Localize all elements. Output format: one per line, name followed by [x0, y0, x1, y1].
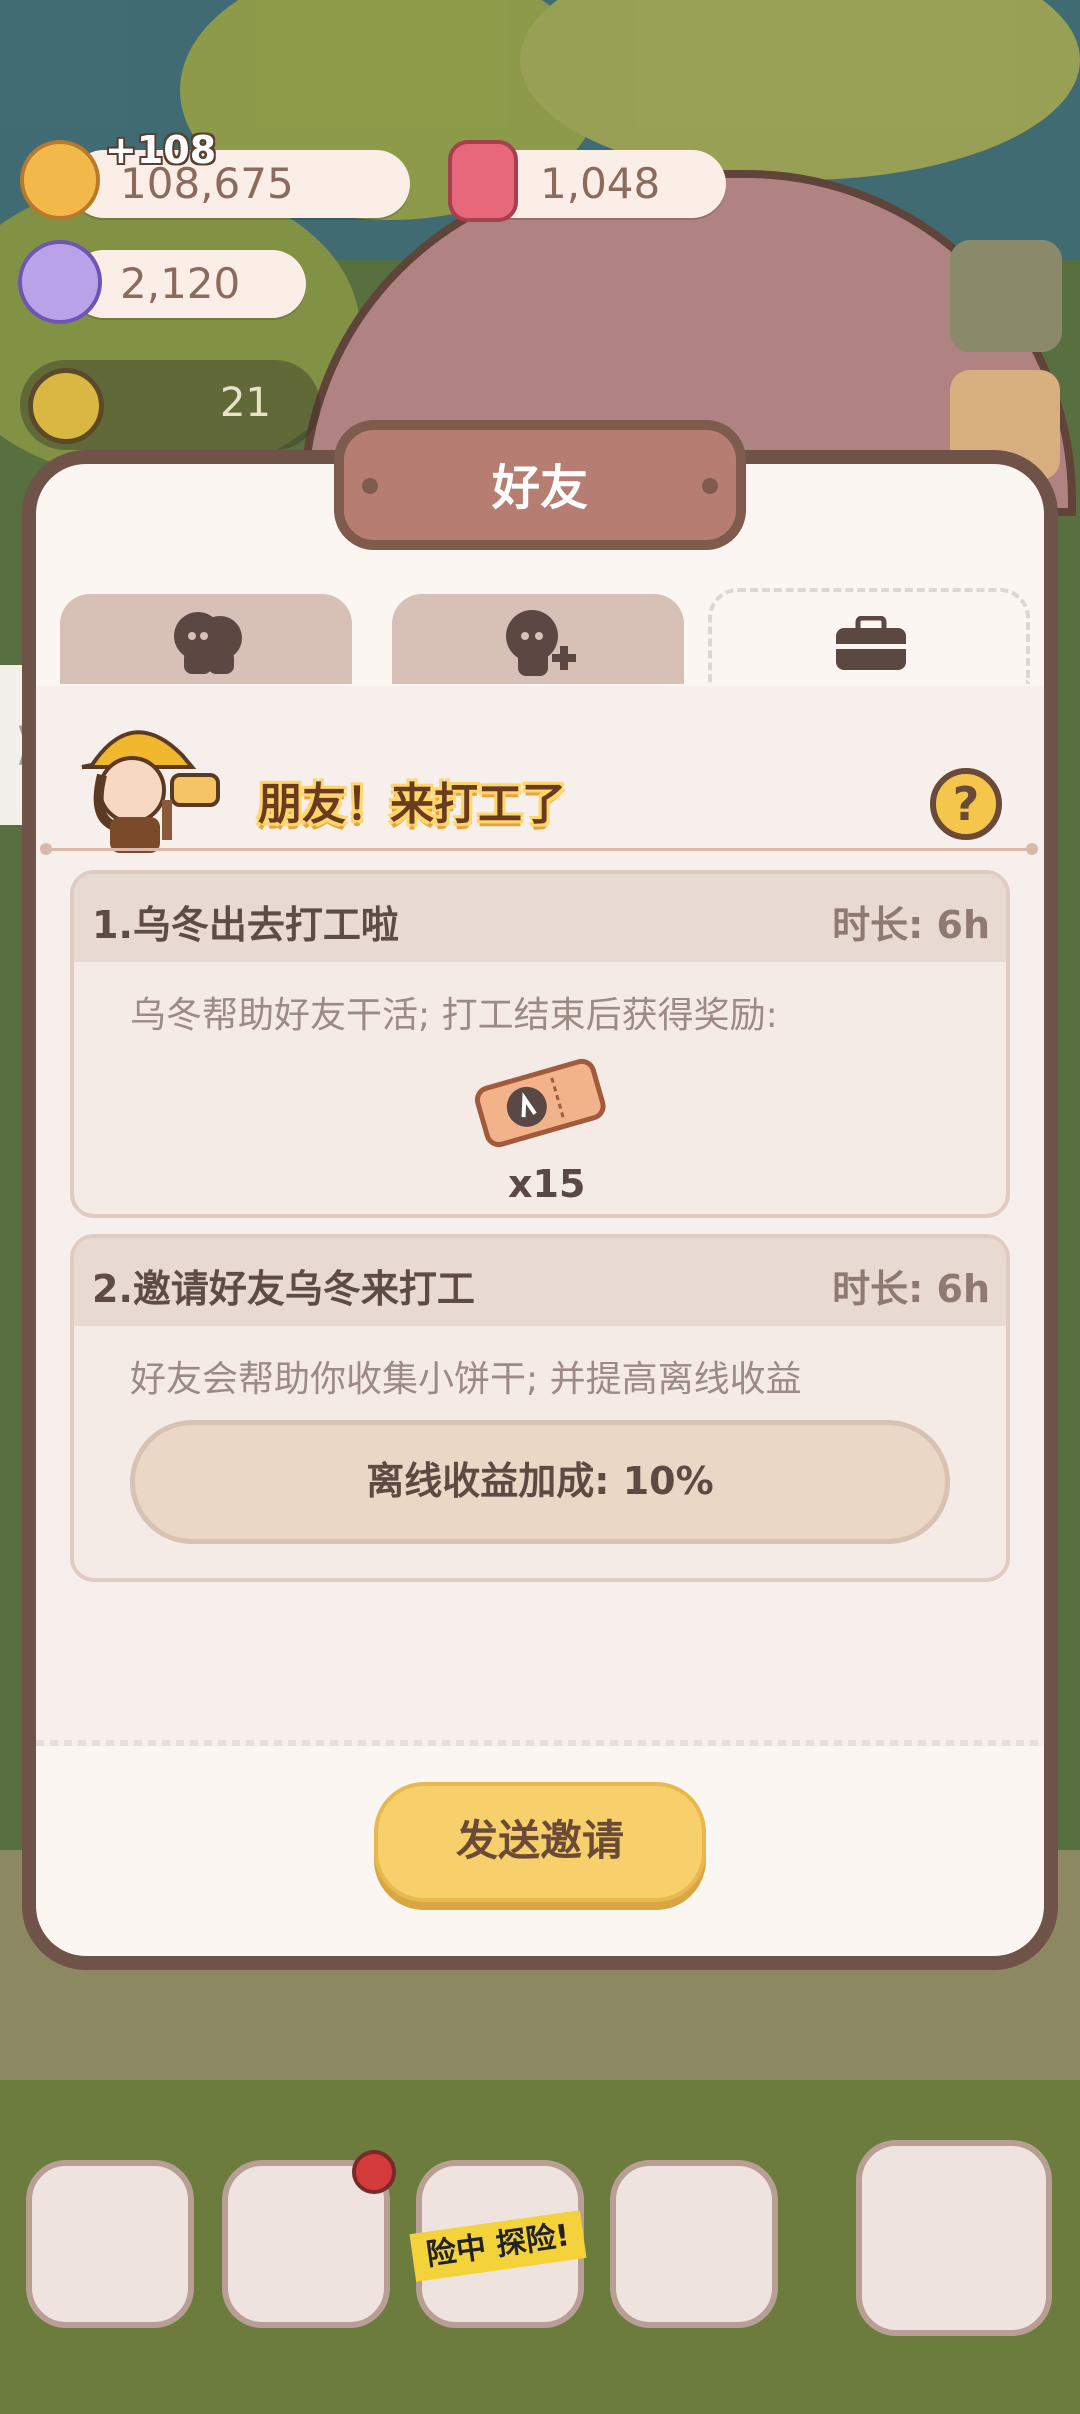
settings-gear-icon[interactable] — [950, 240, 1062, 352]
work-card-send: 1.乌冬出去打工啦 时长: 6h 乌冬帮助好友干活; 打工结束后获得奖励: x1… — [70, 870, 1010, 1218]
offline-bonus-bar: 离线收益加成: 10% — [130, 1420, 950, 1544]
divider — [40, 843, 1038, 855]
nav-shop-button[interactable] — [610, 2160, 778, 2328]
candle-count: 1,048 — [540, 159, 661, 208]
card-duration: 时长: 6h — [832, 1267, 990, 1311]
card-description: 乌冬帮助好友干活; 打工结束后获得奖励: — [130, 995, 778, 1036]
gem-count: 2,120 — [120, 259, 241, 308]
modal-title: 好友 — [491, 460, 588, 516]
candle-icon — [448, 140, 518, 222]
sun-icon — [28, 368, 104, 444]
work-banner: 朋友！来打工了 — [258, 779, 566, 830]
card-title: 2.邀请好友乌冬来打工 — [92, 1267, 475, 1311]
card-duration: 时长: 6h — [832, 903, 990, 947]
nav-timer-button[interactable] — [856, 2140, 1052, 2336]
work-card-invite: 2.邀请好友乌冬来打工 时长: 6h 好友会帮助你收集小饼干; 并提高离线收益 … — [70, 1234, 1010, 1582]
cookie-gain: +108 — [105, 128, 217, 172]
add-friend-icon — [506, 610, 576, 676]
help-button[interactable]: ? — [930, 768, 1002, 840]
friends-icon — [174, 612, 242, 674]
briefcase-icon — [836, 616, 906, 670]
level-count: 21 — [220, 380, 271, 426]
send-invite-button[interactable]: 发送邀请 — [374, 1782, 706, 1902]
card-title: 1.乌冬出去打工啦 — [92, 903, 399, 947]
worker-mascot-icon — [81, 730, 220, 853]
card-description: 好友会帮助你收集小饼干; 并提高离线收益 — [130, 1359, 802, 1400]
reward-quantity: x15 — [508, 1162, 586, 1206]
gem-icon — [18, 240, 102, 324]
ticket-icon — [474, 1058, 606, 1148]
content-divider — [36, 1740, 1044, 1746]
cookie-icon — [20, 140, 100, 220]
gem-counter[interactable]: 2,120 — [70, 250, 306, 318]
notification-badge — [352, 2150, 396, 2194]
nav-home-button[interactable] — [26, 2160, 194, 2328]
